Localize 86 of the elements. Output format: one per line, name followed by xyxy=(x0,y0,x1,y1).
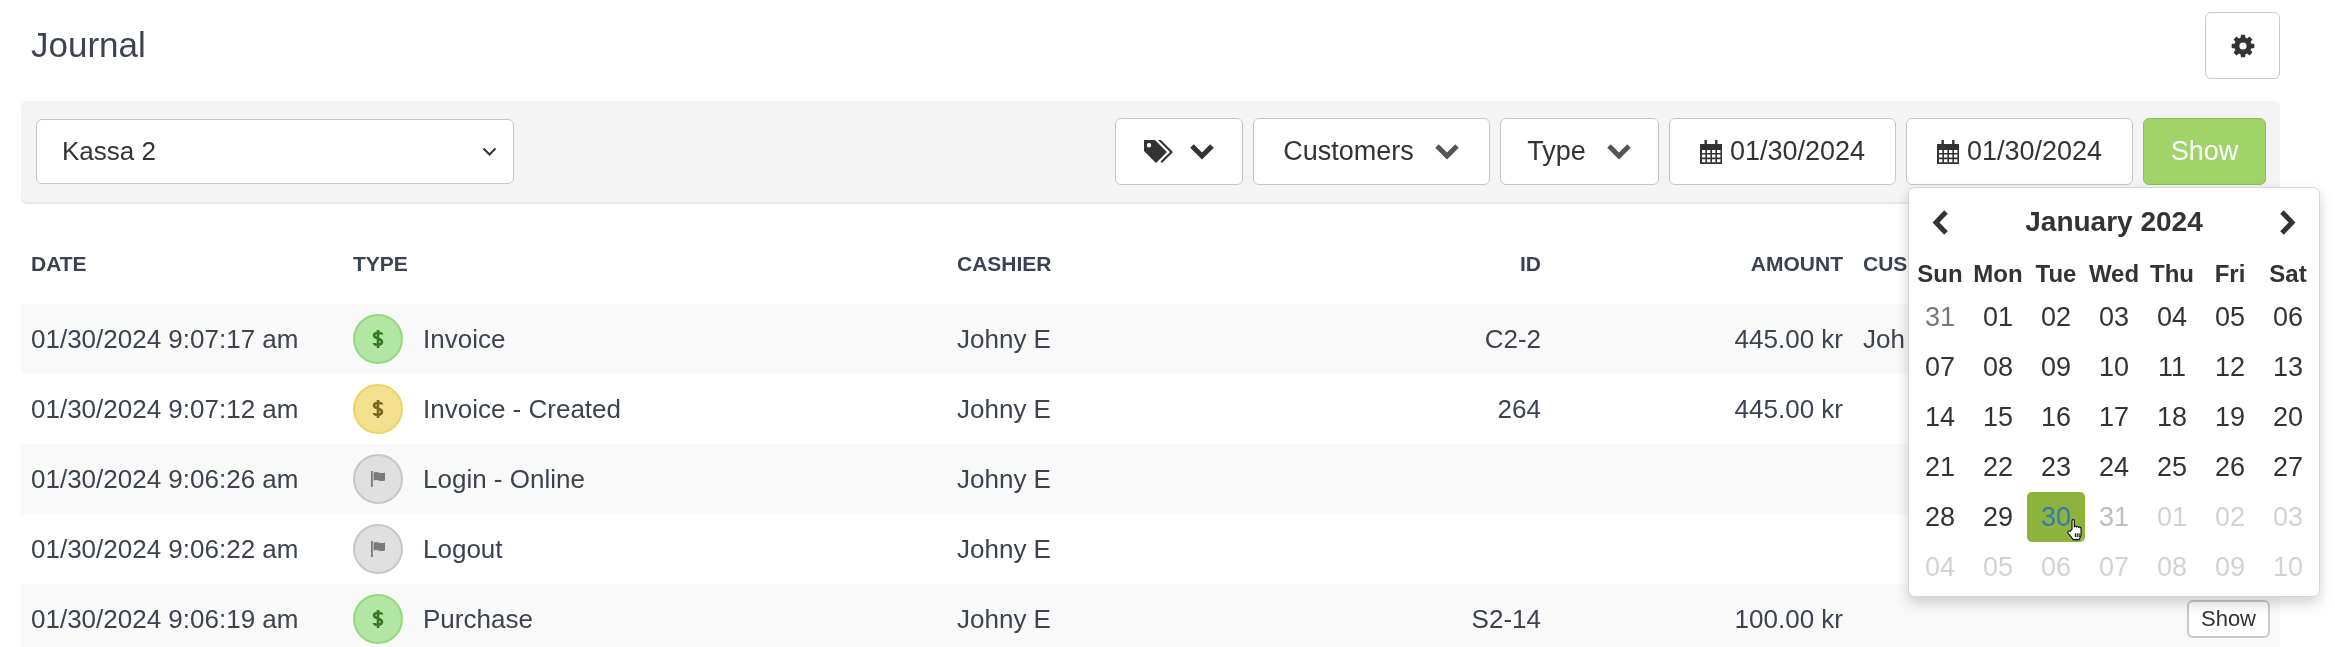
calendar-day[interactable]: 04 xyxy=(2143,292,2201,342)
amount-text: 100.00 kr xyxy=(1734,603,1843,635)
weekday-label: Wed xyxy=(2088,260,2140,288)
transaction-id: 264 xyxy=(1497,393,1541,425)
calendar-icon xyxy=(1699,139,1722,164)
chevron-down-icon xyxy=(1605,143,1632,160)
transaction-id: C2-2 xyxy=(1484,323,1541,355)
amount-text: 445.00 kr xyxy=(1734,393,1843,425)
weekday-label: Tue xyxy=(2035,260,2077,288)
calendar-day[interactable]: 06 xyxy=(2259,292,2317,342)
calendar-day[interactable]: 02 xyxy=(2027,292,2085,342)
calendar-day[interactable]: 28 xyxy=(1911,492,1969,542)
calendar-day[interactable]: 08 xyxy=(1969,342,2027,392)
transaction-id: S2-14 xyxy=(1471,603,1541,635)
calendar-day[interactable]: 19 xyxy=(2201,392,2259,442)
date-text: 01/30/2024 9:07:17 am xyxy=(31,323,299,355)
calendar-day[interactable]: 17 xyxy=(2085,392,2143,442)
calendar-day[interactable]: 24 xyxy=(2085,442,2143,492)
calendar-day[interactable]: 11 xyxy=(2143,342,2201,392)
calendar-day[interactable]: 25 xyxy=(2143,442,2201,492)
filter-dropdown-button[interactable]: Customers xyxy=(1253,118,1490,185)
column-header: CUS xyxy=(1863,252,1908,276)
calendar-day[interactable]: 09 xyxy=(2027,342,2085,392)
calendar-day[interactable]: 21 xyxy=(1911,442,1969,492)
event-type-label: Invoice xyxy=(423,323,506,355)
tags-filter-button[interactable] xyxy=(1115,118,1243,185)
calendar-day[interactable]: 18 xyxy=(2143,392,2201,442)
date-picker-button[interactable]: 01/30/2024 xyxy=(1906,118,2133,185)
weekday-label: Sun xyxy=(1917,260,1963,288)
row-show-button[interactable]: Show xyxy=(2187,600,2270,638)
weekday-label: Thu xyxy=(2150,260,2194,288)
cashier-name: Johny E xyxy=(957,323,1051,355)
weekday-label: Mon xyxy=(1973,260,2023,288)
column-header: ID xyxy=(1520,252,1541,276)
cashier-name: Johny E xyxy=(957,533,1051,565)
calendar-day[interactable]: 12 xyxy=(2201,342,2259,392)
column-header: CASHIER xyxy=(957,252,1052,276)
calendar-day[interactable]: 07 xyxy=(1911,342,1969,392)
calendar-day[interactable]: 20 xyxy=(2259,392,2317,442)
calendar-day[interactable]: 03 xyxy=(2085,292,2143,342)
calendar-day[interactable]: 31 xyxy=(1911,292,1969,342)
calendar-day[interactable]: 05 xyxy=(2201,292,2259,342)
calendar-day[interactable]: 14 xyxy=(1911,392,1969,442)
chevron-down-icon xyxy=(1433,143,1460,160)
month-title: January 2024 xyxy=(2025,206,2203,238)
calendar-day[interactable]: 23 xyxy=(2027,442,2085,492)
event-type-label: Invoice - Created xyxy=(423,393,621,425)
event-type-label: Login - Online xyxy=(423,463,585,495)
previous-month-icon[interactable] xyxy=(1931,208,1949,236)
event-type-label: Logout xyxy=(423,533,503,565)
weekday-label: Fri xyxy=(2214,260,2246,288)
cashier-name: Johny E xyxy=(957,393,1051,425)
calendar-day: 31 xyxy=(2085,492,2143,542)
amount-text: 445.00 kr xyxy=(1734,323,1843,355)
date-text: 01/30/2024 9:06:22 am xyxy=(31,533,299,565)
date-text: 01/30/2024 9:06:26 am xyxy=(31,463,299,495)
cashier-name: Johny E xyxy=(957,603,1051,635)
weekday-label: Sat xyxy=(2269,260,2307,288)
chevron-down-icon xyxy=(1189,143,1215,160)
calendar-day[interactable]: 13 xyxy=(2259,342,2317,392)
next-month-icon[interactable] xyxy=(2279,208,2297,236)
calendar-day[interactable]: 26 xyxy=(2201,442,2259,492)
calendar-day[interactable]: 10 xyxy=(2085,342,2143,392)
event-type-label: Purchase xyxy=(423,603,533,635)
filter-dropdown-button[interactable]: Type xyxy=(1500,118,1659,185)
column-header: AMOUNT xyxy=(1750,252,1843,276)
date-picker-button[interactable]: 01/30/2024 xyxy=(1669,118,1896,185)
calendar-day[interactable]: 22 xyxy=(1969,442,2027,492)
page-title: Journal xyxy=(31,26,146,65)
caret-icon xyxy=(482,147,497,156)
register-select[interactable]: Kassa 2 xyxy=(36,119,514,184)
calendar-day[interactable]: 16 xyxy=(2027,392,2085,442)
date-text: 01/30/2024 9:07:12 am xyxy=(31,393,299,425)
date-text: 01/30/2024 9:06:19 am xyxy=(31,603,299,635)
column-text: Joh xyxy=(1863,323,1905,355)
calendar-day[interactable]: 15 xyxy=(1969,392,2027,442)
calendar-icon xyxy=(1936,139,1959,164)
settings-button[interactable] xyxy=(2205,12,2280,79)
column-header: TYPE xyxy=(353,252,408,276)
tags-icon xyxy=(1143,138,1175,165)
calendar-day[interactable]: 29 xyxy=(1969,492,2027,542)
column-header: DATE xyxy=(31,252,87,276)
cashier-name: Johny E xyxy=(957,463,1051,495)
calendar-day[interactable]: 01 xyxy=(1969,292,2027,342)
calendar-day[interactable]: 27 xyxy=(2259,442,2317,492)
settings-icon xyxy=(2230,33,2255,58)
